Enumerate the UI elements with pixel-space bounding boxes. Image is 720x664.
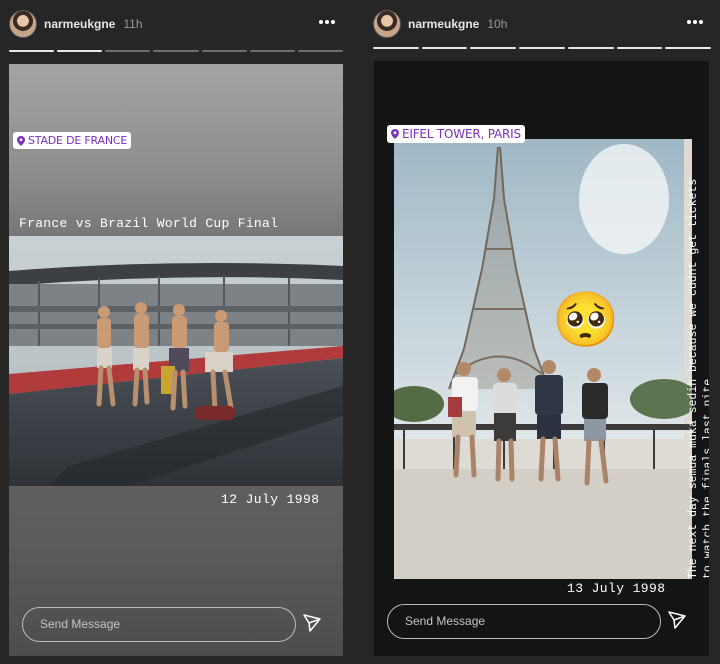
pleading-face-emoji[interactable]: 🥺 [552, 293, 619, 347]
avatar[interactable] [373, 10, 401, 38]
story-caption: France vs Brazil World Cup Final [19, 216, 279, 231]
timestamp: 11h [123, 17, 143, 31]
more-options-icon[interactable] [318, 19, 336, 25]
progress-segment [519, 47, 565, 49]
progress-segment [421, 47, 468, 49]
send-message-input[interactable]: Send Message [387, 604, 661, 639]
story-header: narmeukgne 11h [0, 0, 352, 40]
location-sticker[interactable]: EIFEL TOWER, PARIS [387, 125, 525, 143]
progress-segment [373, 47, 419, 49]
progress-segment [616, 47, 663, 49]
avatar[interactable] [9, 10, 37, 38]
more-options-icon[interactable] [686, 19, 704, 25]
send-paper-plane-icon[interactable] [667, 610, 687, 630]
eiffel-tower-photo [394, 139, 692, 579]
username-text[interactable]: narmeukgne [44, 17, 115, 31]
progress-segment [297, 50, 343, 52]
send-message-input[interactable]: Send Message [22, 607, 296, 642]
progress-segment [567, 47, 614, 49]
progress-segment [201, 50, 247, 52]
username-text[interactable]: narmeukgne [408, 17, 479, 31]
progress-segment [249, 50, 295, 52]
progress-segment [665, 47, 712, 49]
story-date: 13 July 1998 [567, 581, 666, 596]
username[interactable]: narmeukgne 11h [44, 17, 143, 31]
stadium-photo [9, 236, 343, 486]
location-label: STADE DE FRANCE [28, 134, 128, 147]
story-viewer-left: narmeukgne 11h STADE DE FRANCE France vs … [0, 0, 352, 664]
side-caption: The next day semua muka sedih because we… [687, 178, 709, 579]
story-frame[interactable]: STADE DE FRANCE France vs Brazil World C… [9, 64, 343, 656]
timestamp: 10h [487, 17, 508, 31]
story-date: 12 July 1998 [221, 492, 320, 507]
location-pin-icon [17, 136, 25, 146]
progress-segment [470, 47, 517, 49]
send-message-placeholder: Send Message [405, 614, 486, 628]
story-progress-bar [373, 47, 712, 49]
progress-segment [153, 50, 199, 52]
send-message-placeholder: Send Message [40, 617, 121, 631]
progress-segment [9, 50, 55, 52]
send-paper-plane-icon[interactable] [302, 613, 322, 633]
location-pin-icon [391, 129, 399, 139]
location-label: EIFEL TOWER, PARIS [402, 127, 521, 141]
progress-segment [57, 50, 103, 52]
story-viewer-right: narmeukgne 10h EIFEL TOWER, PARIS 🥺 The … [364, 0, 720, 664]
story-progress-bar [9, 50, 343, 52]
location-sticker[interactable]: STADE DE FRANCE [13, 132, 132, 149]
progress-segment [105, 50, 151, 52]
story-header: narmeukgne 10h [364, 0, 720, 40]
story-frame[interactable]: EIFEL TOWER, PARIS 🥺 The next day semua … [374, 61, 709, 656]
username[interactable]: narmeukgne 10h [408, 17, 507, 31]
